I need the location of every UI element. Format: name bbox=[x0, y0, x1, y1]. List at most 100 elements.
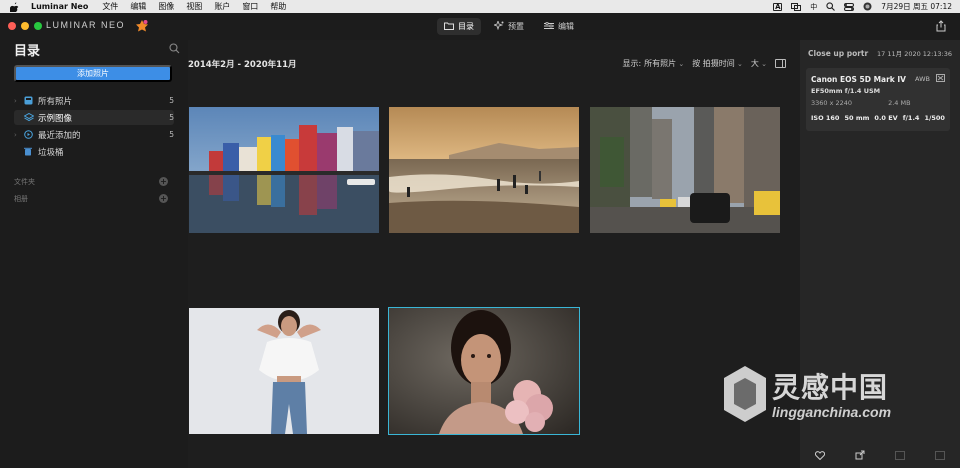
layers-icon bbox=[24, 113, 38, 122]
photo-thumbnail-houses[interactable] bbox=[189, 107, 379, 233]
input-source-badge[interactable]: A bbox=[773, 2, 783, 11]
aperture-value: f/1.4 bbox=[902, 114, 920, 122]
zoom-window-button[interactable] bbox=[34, 22, 42, 30]
photo-datetime: 17 11月 2020 12:13:36 bbox=[877, 50, 952, 58]
photo-thumbnail-woman-white[interactable] bbox=[189, 308, 379, 434]
photo-thumbnail-woman-portrait[interactable] bbox=[388, 307, 580, 435]
view-filters: 显示: 所有照片 按 拍摄时间 大 bbox=[622, 58, 786, 69]
add-photos-button[interactable]: 添加照片 bbox=[14, 65, 172, 82]
info-panel-footer bbox=[800, 442, 960, 468]
ime-indicator[interactable]: 中 bbox=[810, 2, 817, 12]
watermark-title: 灵感中国 bbox=[772, 371, 889, 404]
iso-value: ISO 160 bbox=[811, 114, 840, 122]
photo-thumbnail-city[interactable] bbox=[590, 107, 780, 233]
shutter-speed: 1/500 bbox=[924, 114, 945, 122]
promo-gift-icon[interactable] bbox=[135, 19, 149, 32]
sparkle-icon bbox=[492, 19, 504, 32]
sidebar-item-label: 最近添加的 bbox=[38, 130, 81, 141]
photos-icon bbox=[24, 96, 38, 105]
beach-image bbox=[389, 107, 579, 233]
sidebar-title: 目录 bbox=[14, 44, 41, 59]
menu-file[interactable]: 文件 bbox=[102, 1, 118, 12]
close-window-button[interactable] bbox=[8, 22, 16, 30]
focal-length: 50 mm bbox=[844, 114, 870, 122]
recent-icon bbox=[24, 130, 38, 139]
tab-edit[interactable]: 编辑 bbox=[537, 18, 581, 35]
watermark-url: lingganchina.com bbox=[772, 404, 892, 420]
add-folder-icon[interactable]: + bbox=[159, 177, 168, 186]
chevron-right-icon[interactable]: › bbox=[14, 97, 24, 105]
menu-image[interactable]: 图像 bbox=[158, 1, 174, 12]
sliders-icon bbox=[544, 21, 554, 32]
camera-model: Canon EOS 5D Mark IV bbox=[811, 74, 906, 84]
tab-catalog[interactable]: 目录 bbox=[437, 18, 481, 35]
menu-app-name[interactable]: Luminar Neo bbox=[31, 2, 88, 11]
file-size: 2.4 MB bbox=[888, 99, 911, 107]
sidebar-item-sample-images[interactable]: 示例图像 5 bbox=[14, 110, 174, 125]
woman-white-image bbox=[189, 308, 379, 434]
chevron-right-icon[interactable]: › bbox=[14, 131, 24, 139]
mode-tabs: 目录 预置 编辑 bbox=[437, 18, 581, 35]
window-controls bbox=[8, 22, 42, 30]
macos-menubar: Luminar Neo 文件 编辑 图像 视图 账户 窗口 帮助 A 中 7月2… bbox=[0, 0, 960, 13]
minimize-window-button[interactable] bbox=[21, 22, 29, 30]
compare-icon[interactable] bbox=[895, 450, 905, 460]
catalog-grid: 2014年2月 - 2020年11月 显示: 所有照片 按 拍摄时间 大 bbox=[188, 40, 800, 468]
sort-dropdown[interactable]: 按 拍摄时间 bbox=[692, 58, 743, 69]
sidebar-item-count: 5 bbox=[169, 130, 174, 139]
favorite-heart-icon[interactable] bbox=[815, 450, 825, 460]
screen-mirror-icon[interactable] bbox=[791, 2, 802, 11]
photo-title: Close up portr bbox=[808, 48, 869, 58]
menu-window[interactable]: 窗口 bbox=[242, 1, 258, 12]
filter-label: 显示: bbox=[622, 59, 642, 68]
tab-catalog-label: 目录 bbox=[458, 22, 474, 31]
image-resolution: 3360 x 2240 bbox=[811, 99, 853, 107]
control-center-icon[interactable] bbox=[844, 2, 855, 11]
info-panel-header: Close up portr 17 11月 2020 12:13:36 bbox=[808, 48, 952, 59]
fullscreen-icon[interactable] bbox=[935, 450, 945, 460]
share-photo-icon[interactable] bbox=[855, 450, 865, 460]
trash-icon bbox=[24, 147, 38, 156]
lens-model: EF50mm f/1.4 USM bbox=[811, 87, 881, 95]
spotlight-search-icon[interactable] bbox=[826, 2, 836, 11]
exif-card: Canon EOS 5D Mark IV AWB EF50mm f/1.4 US… bbox=[806, 68, 950, 131]
app-logo: LUMINAR NEO bbox=[46, 20, 126, 30]
sidebar-item-trash[interactable]: 垃圾桶 bbox=[14, 144, 174, 159]
apple-logo-icon[interactable] bbox=[10, 2, 19, 12]
toggle-info-panel-icon[interactable] bbox=[775, 59, 786, 68]
tab-presets-label: 预置 bbox=[508, 22, 524, 31]
sidebar-section-label: 相册 bbox=[14, 195, 28, 203]
tab-edit-label: 编辑 bbox=[558, 22, 574, 31]
white-balance: AWB bbox=[915, 75, 930, 83]
sidebar-item-all-photos[interactable]: › 所有照片 5 bbox=[14, 93, 174, 108]
add-album-icon[interactable]: + bbox=[159, 194, 168, 203]
search-icon[interactable] bbox=[169, 43, 180, 54]
menubar-clock[interactable]: 7月29日 周五 07:12 bbox=[881, 1, 952, 12]
sidebar-section-label: 文件夹 bbox=[14, 178, 35, 186]
tab-presets[interactable]: 预置 bbox=[487, 18, 531, 35]
menu-help[interactable]: 帮助 bbox=[270, 1, 286, 12]
sidebar-item-recently-added[interactable]: › 最近添加的 5 bbox=[14, 127, 174, 142]
siri-icon[interactable] bbox=[863, 2, 872, 11]
sidebar-item-count: 5 bbox=[169, 113, 174, 122]
sidebar-section-albums[interactable]: 相册 + bbox=[14, 193, 174, 205]
menu-view[interactable]: 视图 bbox=[186, 1, 202, 12]
sidebar-item-count: 5 bbox=[169, 96, 174, 105]
share-export-icon[interactable] bbox=[935, 20, 947, 32]
woman-portrait-image bbox=[389, 308, 579, 434]
houses-image bbox=[189, 107, 379, 233]
filter-dropdown[interactable]: 所有照片 bbox=[644, 58, 684, 69]
sidebar-section-folders[interactable]: 文件夹 + bbox=[14, 176, 174, 188]
sidebar-item-label: 示例图像 bbox=[38, 113, 73, 124]
sidebar-item-label: 垃圾桶 bbox=[38, 147, 64, 158]
watermark-logo: 灵感中国 lingganchina.com bbox=[722, 362, 940, 430]
exif-expand-icon[interactable] bbox=[936, 73, 945, 85]
menu-account[interactable]: 账户 bbox=[214, 1, 230, 12]
photo-thumbnail-beach[interactable] bbox=[389, 107, 579, 233]
folder-icon bbox=[444, 22, 454, 32]
thumbnail-size-dropdown[interactable]: 大 bbox=[751, 58, 767, 69]
date-range-header: 2014年2月 - 2020年11月 bbox=[188, 60, 297, 70]
exposure-compensation: 0.0 EV bbox=[874, 114, 898, 122]
sidebar-item-label: 所有照片 bbox=[38, 96, 73, 107]
menu-edit[interactable]: 编辑 bbox=[130, 1, 146, 12]
